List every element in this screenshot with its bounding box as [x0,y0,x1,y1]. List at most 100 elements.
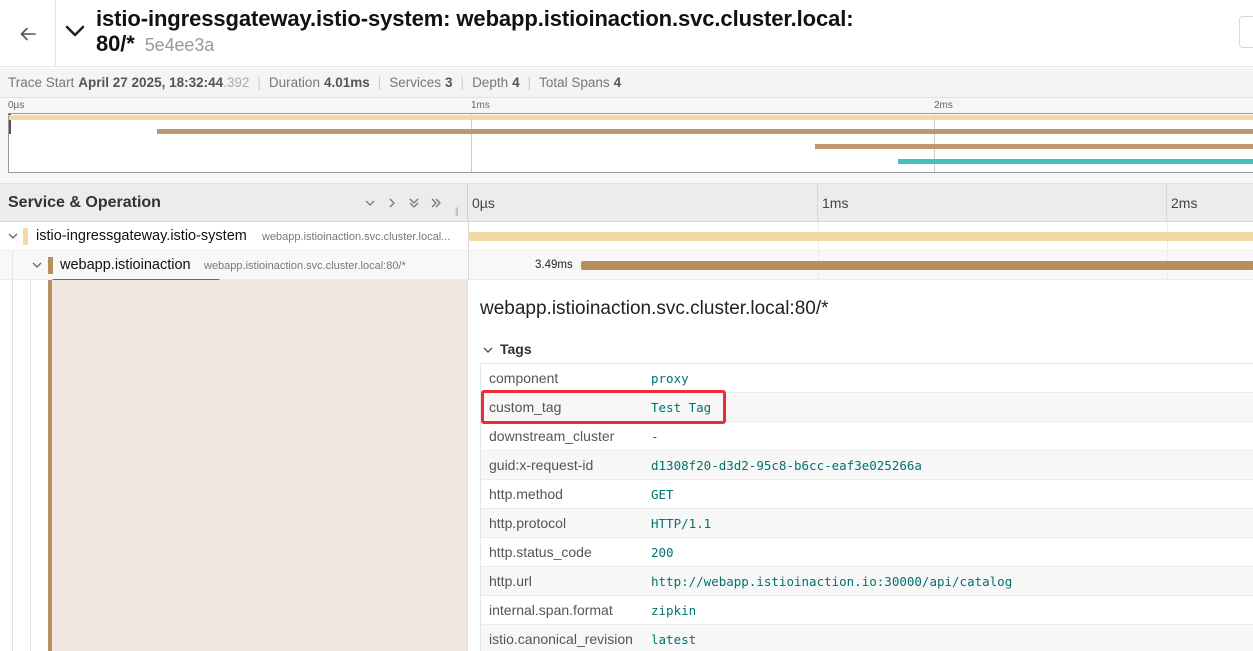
chevron-down-icon [65,25,85,37]
span-detail-sidebar [48,280,468,651]
chevron-down-icon[interactable] [7,230,19,242]
timeline-tick: 2ms [1171,195,1198,211]
title-line2: 80/* [96,31,135,56]
tag-value[interactable]: zipkin [651,603,696,618]
span-detail-pane: webapp.istioinaction.svc.cluster.local:8… [468,280,1253,651]
minimap-tick: 1ms [471,100,490,111]
trace-start-ms: .392 [223,75,250,90]
tag-key: http.status_code [489,544,592,560]
span-service-name: istio-ingressgateway.istio-system [36,228,247,244]
page-title: istio-ingressgateway.istio-system: webap… [96,6,916,58]
tag-key: istio.canonical_revision [489,631,633,647]
total-spans-value: 4 [613,75,622,90]
trace-header: istio-ingressgateway.istio-system: webap… [0,0,1253,67]
tag-value[interactable]: http://webapp.istioinaction.io:30000/api… [651,574,1012,589]
tag-value[interactable]: proxy [651,371,689,386]
trace-start-label: Trace Start [8,75,75,90]
tag-value[interactable]: - [651,429,659,444]
minimap-gridline [471,114,472,172]
minimap-canvas[interactable] [8,113,1253,173]
minimap-span-bar [9,115,1253,120]
collapse-one-button[interactable] [362,195,378,211]
tag-value[interactable]: HTTP/1.1 [651,516,711,531]
tag-row: guid:x-request-id d1308f20-d3d2-95c8-b6c… [481,451,1253,480]
span-timeline[interactable]: 3.49ms [468,251,1253,280]
timeline-tick: 1ms [822,195,849,211]
divider: | [377,75,382,90]
chevron-down-icon [483,347,493,353]
chevron-down-icon[interactable] [31,259,43,271]
service-color-bar [48,257,53,274]
trace-collapse-toggle[interactable] [64,20,86,42]
tag-value[interactable]: GET [651,487,674,502]
arrow-left-icon [20,27,36,40]
tag-key: internal.span.format [489,602,613,618]
timeline-gridline [1166,184,1167,222]
timeline-tick: 0µs [472,195,495,211]
tag-key: component [489,370,559,386]
services-value: 3 [445,75,453,90]
tag-value[interactable]: 200 [651,545,674,560]
tag-key: http.url [489,573,532,589]
tag-value[interactable]: latest [651,632,696,647]
expand-one-button[interactable] [384,195,400,211]
span-bar[interactable] [469,232,1253,241]
tree-indent-line [12,251,13,280]
double-chevron-down-icon [409,198,419,208]
collapse-all-button[interactable] [406,195,422,211]
column-header: Service & Operation || 0µs 1ms 2ms [0,184,1253,222]
trace-id: 5e4ee3a [144,35,215,55]
service-color-bar [23,228,28,245]
minimap-span-bar [898,159,1253,164]
divider: | [460,75,465,90]
minimap-span-bar [157,129,1253,134]
tag-row: downstream_cluster - [481,422,1253,451]
tag-key: http.protocol [489,515,567,531]
trace-minimap[interactable]: 0µs 1ms 2ms [0,98,1253,184]
header-action-button[interactable] [1239,16,1253,48]
minimap-tick: 2ms [934,100,953,111]
highlight-box [481,390,726,424]
tags-label: Tags [500,341,532,357]
span-duration-label: 3.49ms [535,259,573,271]
trace-summary: Trace Start April 27 2025, 18:32:44.392 … [0,68,1253,98]
trace-start-date: April 27 2025, 18:32:44 [78,75,224,90]
back-button[interactable] [0,0,56,67]
column-divider [467,184,468,222]
chevron-right-icon [389,198,395,208]
duration-value: 4.01ms [323,75,370,90]
tag-key: downstream_cluster [489,428,615,444]
minimap-span-bar [815,144,1253,149]
duration-label: Duration [268,75,320,90]
services-label: Services [389,75,442,90]
divider: | [257,75,261,90]
tag-row: http.method GET [481,480,1253,509]
tag-key: http.method [489,486,563,502]
column-resize-handle[interactable]: || [455,206,459,216]
span-detail-title: webapp.istioinaction.svc.cluster.local:8… [480,298,829,319]
span-row-selected[interactable]: webapp.istioinaction webapp.istioinactio… [0,251,1253,280]
tags-section-toggle[interactable]: Tags [480,338,1253,364]
depth-label: Depth [472,75,509,90]
timeline-gridline [817,184,818,222]
tag-key: guid:x-request-id [489,457,594,473]
span-operation-name: webapp.istioinaction.svc.cluster.local..… [262,231,451,243]
tree-indent-line [30,280,31,651]
span-timeline[interactable] [468,222,1253,251]
double-chevron-right-icon [431,198,441,208]
tag-row: internal.span.format zipkin [481,596,1253,625]
expand-all-button[interactable] [428,195,444,211]
service-operation-header: Service & Operation [8,194,161,211]
span-operation-name: webapp.istioinaction.svc.cluster.local:8… [204,260,406,272]
minimap-tick: 0µs [8,100,25,111]
tag-row: http.status_code 200 [481,538,1253,567]
tag-row: istio.canonical_revision latest [481,625,1253,651]
tag-value[interactable]: d1308f20-d3d2-95c8-b6cc-eaf3e025266a [651,458,922,473]
span-bar[interactable] [581,261,1253,270]
title-line1: istio-ingressgateway.istio-system: webap… [96,6,854,31]
span-service-name: webapp.istioinaction [60,257,191,273]
span-row[interactable]: istio-ingressgateway.istio-system webapp… [0,222,1253,251]
tag-row: http.url http://webapp.istioinaction.io:… [481,567,1253,596]
tag-row: component proxy [481,364,1253,393]
divider: | [527,75,532,90]
